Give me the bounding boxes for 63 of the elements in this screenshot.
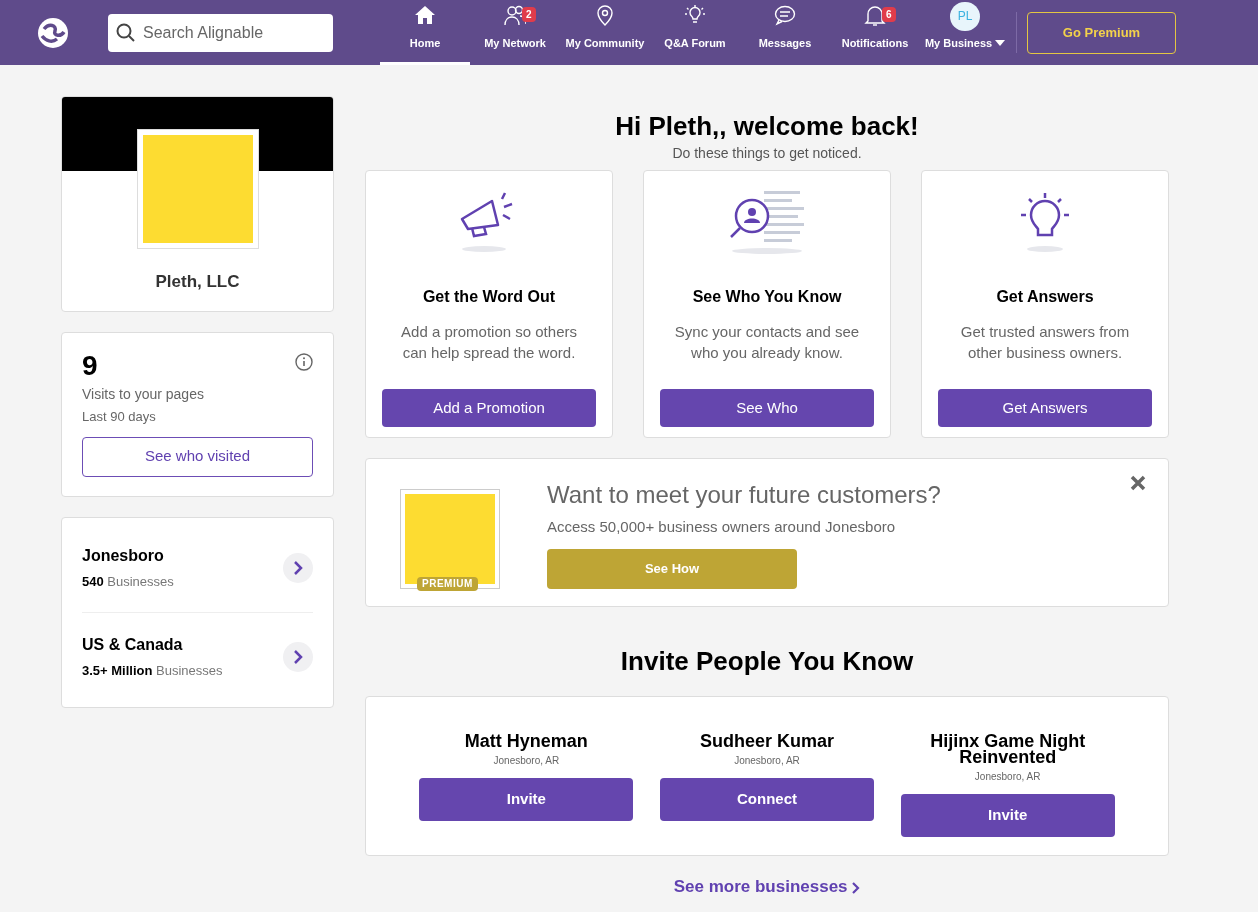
- close-icon[interactable]: [1130, 475, 1146, 491]
- person-location: Jonesboro, AR: [493, 754, 560, 768]
- premium-badge: PREMIUM: [417, 577, 478, 591]
- welcome-heading: Hi Pleth,, welcome back!: [614, 110, 920, 142]
- promo-title: Want to meet your future customers?: [547, 480, 941, 510]
- nav-tab[interactable]: PL My Business: [920, 0, 1010, 65]
- card-description: Sync your contacts and see who you already know.: [673, 322, 861, 363]
- person-name[interactable]: Matt Hyneman: [464, 733, 588, 749]
- business-count: 3.5+ Million Businesses: [82, 662, 223, 681]
- invite-button[interactable]: Invite: [900, 794, 1115, 837]
- card-title: Get the Word Out: [422, 287, 556, 307]
- card-description: Add a promotion so others can help spread the word.: [400, 322, 578, 363]
- avatar: PL: [950, 2, 980, 31]
- caret-icon: [995, 39, 1006, 46]
- search-icon: [116, 22, 136, 43]
- action-button[interactable]: See Who: [660, 389, 874, 427]
- person-location: Jonesboro, AR: [734, 754, 800, 768]
- logo-icon[interactable]: [37, 16, 69, 49]
- count-badge: 2: [522, 7, 536, 22]
- invite-button[interactable]: Invite: [419, 778, 634, 821]
- speech-bubble-icon: [774, 3, 796, 26]
- person-name[interactable]: Sudheer Kumar: [699, 733, 834, 749]
- invite-button[interactable]: Connect: [660, 778, 874, 821]
- see-who-visited-button[interactable]: See who visited: [82, 436, 313, 477]
- card-description: Get trusted answers from other business owners.: [959, 322, 1131, 363]
- nav-tab[interactable]: My Network 2: [470, 0, 560, 65]
- visits-label: Visits to your pages: [82, 385, 205, 404]
- business-name[interactable]: Pleth, LLC: [62, 269, 333, 295]
- bell-icon: [864, 3, 886, 26]
- map-pin-icon: [594, 3, 616, 26]
- lightbulb-icon: [684, 3, 706, 26]
- nav-tab[interactable]: Q&A Forum: [650, 0, 740, 65]
- chevron-right-icon: [852, 881, 861, 894]
- card-title: See Who You Know: [692, 287, 842, 307]
- visit-count: 9: [82, 349, 98, 383]
- person-location: Jonesboro, AR: [974, 770, 1041, 784]
- business-count: 540 Businesses: [82, 573, 174, 592]
- nav-tab[interactable]: My Community: [560, 0, 650, 65]
- chevron-button[interactable]: [283, 553, 313, 583]
- promo-text: Access 50,000+ business owners around Jonesboro: [547, 517, 897, 537]
- invite-heading: Invite People You Know: [619, 645, 915, 677]
- action-button[interactable]: Get Answers: [938, 389, 1152, 427]
- nav-tab[interactable]: Messages: [740, 0, 830, 65]
- count-badge: 6: [882, 7, 896, 22]
- area-name[interactable]: Jonesboro: [82, 544, 174, 569]
- info-icon[interactable]: [295, 353, 313, 371]
- home-icon: [414, 3, 436, 26]
- chevron-button[interactable]: [283, 642, 313, 672]
- chevron-right-icon: [293, 650, 303, 664]
- see-more-businesses-link[interactable]: See more businesses: [673, 877, 861, 896]
- action-button[interactable]: Add a Promotion: [382, 389, 596, 427]
- nav-label: My Business: [924, 35, 993, 51]
- person-name[interactable]: Hijinx Game Night Reinvented: [907, 733, 1108, 765]
- period-label: Last 90 days: [82, 408, 157, 426]
- chevron-right-icon: [293, 561, 303, 575]
- nav-tab[interactable]: Home: [380, 0, 470, 65]
- card-title: Get Answers: [996, 287, 1094, 307]
- area-name[interactable]: US & Canada: [82, 633, 223, 658]
- search-field[interactable]: Search Alignable: [108, 13, 333, 52]
- go-premium-button[interactable]: Go Premium: [1027, 11, 1176, 54]
- people-icon: [504, 3, 526, 26]
- nav-tab[interactable]: Notifications 6: [830, 0, 920, 65]
- welcome-subtitle: Do these things to get noticed.: [671, 144, 863, 163]
